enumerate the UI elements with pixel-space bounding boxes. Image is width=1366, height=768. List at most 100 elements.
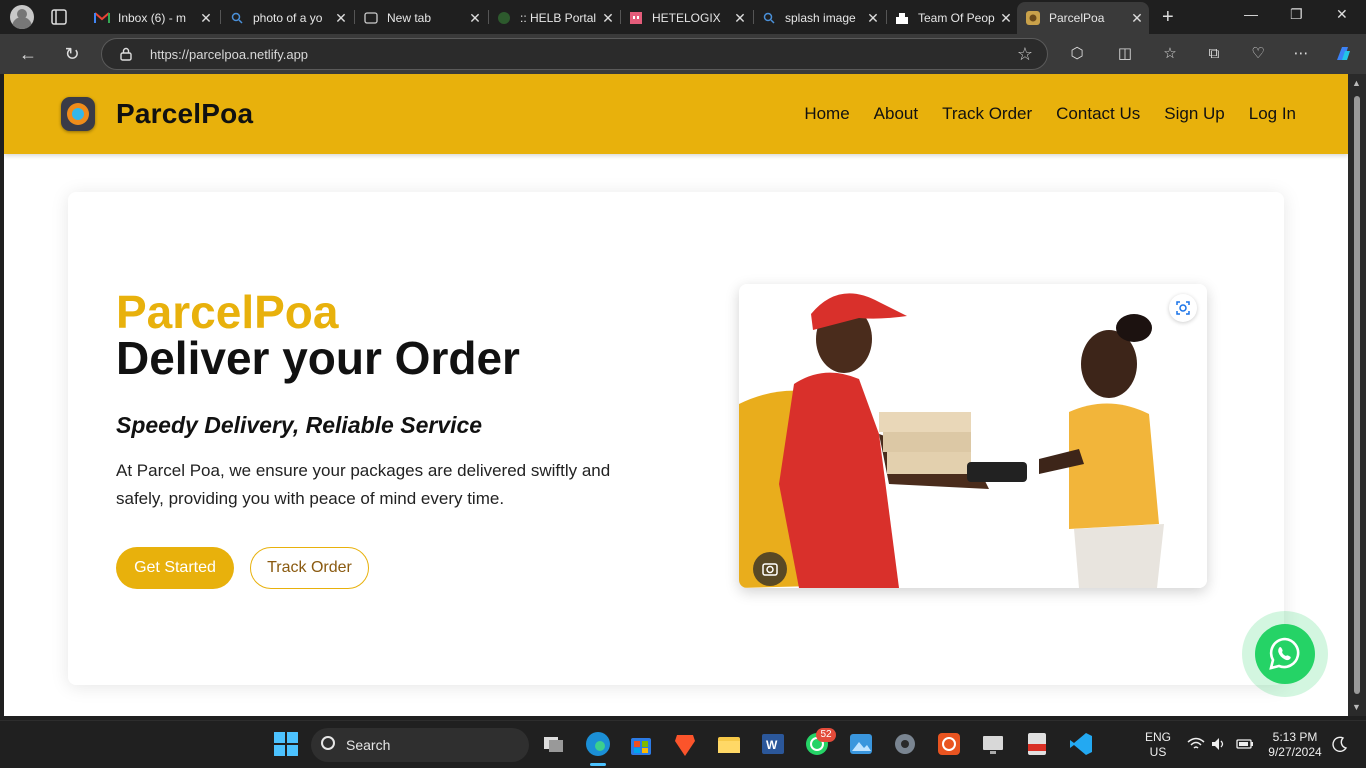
hotel-icon [628, 10, 644, 26]
windows-taskbar: Search W 52 ENG US 5:13 PM 9/27/2024 [0, 720, 1366, 768]
close-tab-icon[interactable]: ✕ [467, 10, 483, 27]
close-tab-icon[interactable]: ✕ [333, 10, 349, 27]
nav-contact-us[interactable]: Contact Us [1056, 104, 1140, 124]
nav-about[interactable]: About [874, 104, 918, 124]
language-code: ENG [1144, 730, 1171, 744]
newtab-icon [363, 10, 379, 26]
hero-card: ParcelPoa Deliver your Order Speedy Deli… [68, 192, 1284, 685]
profile-avatar[interactable] [10, 5, 34, 29]
visual-search-icon[interactable] [1169, 294, 1197, 322]
nav-home[interactable]: Home [804, 104, 849, 124]
microsoft-store-icon[interactable] [628, 731, 654, 757]
browser-tab[interactable]: Inbox (6) - m ✕ [86, 2, 218, 34]
nav-track-order[interactable]: Track Order [942, 104, 1032, 124]
wifi-icon[interactable] [1187, 737, 1205, 751]
extensions-icon[interactable]: ⬡ [1067, 44, 1087, 64]
team-icon [894, 10, 910, 26]
pdf-reader-icon[interactable] [1024, 731, 1050, 757]
refresh-icon[interactable]: ↻ [61, 43, 83, 65]
web-page: ParcelPoa Home About Track Order Contact… [4, 74, 1348, 716]
browser-tab[interactable]: New tab ✕ [355, 2, 487, 34]
favorites-icon[interactable]: ☆ [1160, 44, 1180, 64]
parcelpoa-logo-icon[interactable] [61, 97, 95, 131]
word-icon[interactable]: W [760, 731, 786, 757]
copilot-icon[interactable] [1333, 44, 1353, 64]
tab-title: Inbox (6) - m [118, 11, 187, 25]
site-header: ParcelPoa Home About Track Order Contact… [4, 74, 1348, 154]
delivery-photo [739, 284, 1207, 588]
helb-icon [496, 10, 512, 26]
clock-date: 9/27/2024 [1268, 745, 1322, 759]
parcelpoa-icon [1025, 10, 1041, 26]
scroll-up-arrow-icon[interactable]: ▲ [1352, 78, 1361, 88]
collections-icon[interactable]: ⧉ [1204, 44, 1224, 64]
tab-title: Team Of Peop [918, 11, 995, 25]
nav-sign-up[interactable]: Sign Up [1164, 104, 1224, 124]
brave-browser-icon[interactable] [672, 731, 698, 757]
close-tab-icon[interactable]: ✕ [998, 10, 1014, 27]
track-order-button[interactable]: Track Order [250, 547, 369, 589]
battery-icon[interactable] [1236, 737, 1254, 751]
close-tab-icon[interactable]: ✕ [865, 10, 881, 27]
image-capture-icon[interactable] [753, 552, 787, 586]
clock-time: 5:13 PM [1272, 730, 1318, 744]
tab-title: New tab [387, 11, 432, 25]
split-screen-icon[interactable]: ◫ [1115, 44, 1135, 64]
tab-title: HETELOGIX [652, 11, 721, 25]
search-icon [229, 10, 245, 26]
browser-tab[interactable]: Team Of Peop ✕ [886, 2, 1018, 34]
region-code: US [1149, 745, 1167, 759]
delivery-illustration [739, 284, 1207, 588]
close-tab-icon[interactable]: ✕ [600, 10, 616, 27]
browser-tab[interactable]: photo of a yo ✕ [221, 2, 353, 34]
site-brand[interactable]: ParcelPoa [116, 98, 253, 130]
address-bar[interactable]: https://parcelpoa.netlify.app ☆ [101, 38, 1048, 70]
tab-actions-icon[interactable] [50, 8, 68, 26]
back-icon[interactable]: ← [17, 43, 39, 65]
whatsapp-chat-button[interactable] [1242, 611, 1328, 697]
get-started-button[interactable]: Get Started [116, 547, 234, 589]
page-scrollbar[interactable]: ▲ ▼ [1348, 74, 1366, 716]
taskbar-search-label: Search [346, 737, 391, 753]
new-tab-icon[interactable]: + [1162, 6, 1174, 29]
close-tab-icon[interactable]: ✕ [1129, 10, 1145, 27]
browser-tab[interactable]: :: HELB Portal ✕ [488, 2, 620, 34]
lock-icon [120, 47, 132, 61]
search-icon [761, 10, 777, 26]
browser-tab-active[interactable]: ParcelPoa ✕ [1017, 2, 1149, 34]
settings-more-icon[interactable]: ⋯ [1291, 44, 1311, 64]
scroll-down-arrow-icon[interactable]: ▼ [1352, 702, 1361, 712]
edge-browser-icon[interactable] [585, 731, 611, 757]
notifications-moon-icon[interactable] [1332, 736, 1348, 752]
task-view-icon[interactable] [541, 731, 567, 757]
taskbar-search[interactable]: Search [311, 728, 529, 762]
browser-tab[interactable]: splash image ✕ [753, 2, 885, 34]
tab-title: ParcelPoa [1049, 11, 1105, 25]
restore-icon[interactable]: ❐ [1290, 6, 1303, 23]
browser-essentials-icon[interactable]: ♡ [1248, 44, 1268, 64]
volume-icon[interactable] [1211, 737, 1227, 751]
settings-icon[interactable] [892, 731, 918, 757]
close-tab-icon[interactable]: ✕ [732, 10, 748, 27]
minimize-icon[interactable]: — [1244, 6, 1258, 22]
url-text: https://parcelpoa.netlify.app [150, 47, 309, 62]
browser-tab[interactable]: HETELOGIX ✕ [620, 2, 752, 34]
ubuntu-icon[interactable] [936, 731, 962, 757]
input-language[interactable]: ENG US [1140, 730, 1176, 760]
hero-title: Deliver your Order [116, 332, 520, 384]
vscode-icon[interactable] [1068, 731, 1094, 757]
active-app-indicator [590, 763, 606, 766]
tab-title: :: HELB Portal [520, 11, 597, 25]
close-window-icon[interactable]: ✕ [1336, 6, 1348, 23]
favorite-star-icon[interactable]: ☆ [1017, 44, 1033, 65]
file-explorer-icon[interactable] [716, 731, 742, 757]
clock[interactable]: 5:13 PM 9/27/2024 [1262, 730, 1328, 760]
nav-log-in[interactable]: Log In [1249, 104, 1296, 124]
remote-desktop-icon[interactable] [980, 731, 1006, 757]
site-nav: Home About Track Order Contact Us Sign U… [804, 104, 1296, 124]
close-tab-icon[interactable]: ✕ [198, 10, 214, 27]
windows-start-icon[interactable] [273, 731, 299, 757]
photos-icon[interactable] [848, 731, 874, 757]
browser-tab-bar: Inbox (6) - m ✕ photo of a yo ✕ New tab … [0, 0, 1366, 34]
scrollbar-thumb[interactable] [1354, 96, 1360, 694]
